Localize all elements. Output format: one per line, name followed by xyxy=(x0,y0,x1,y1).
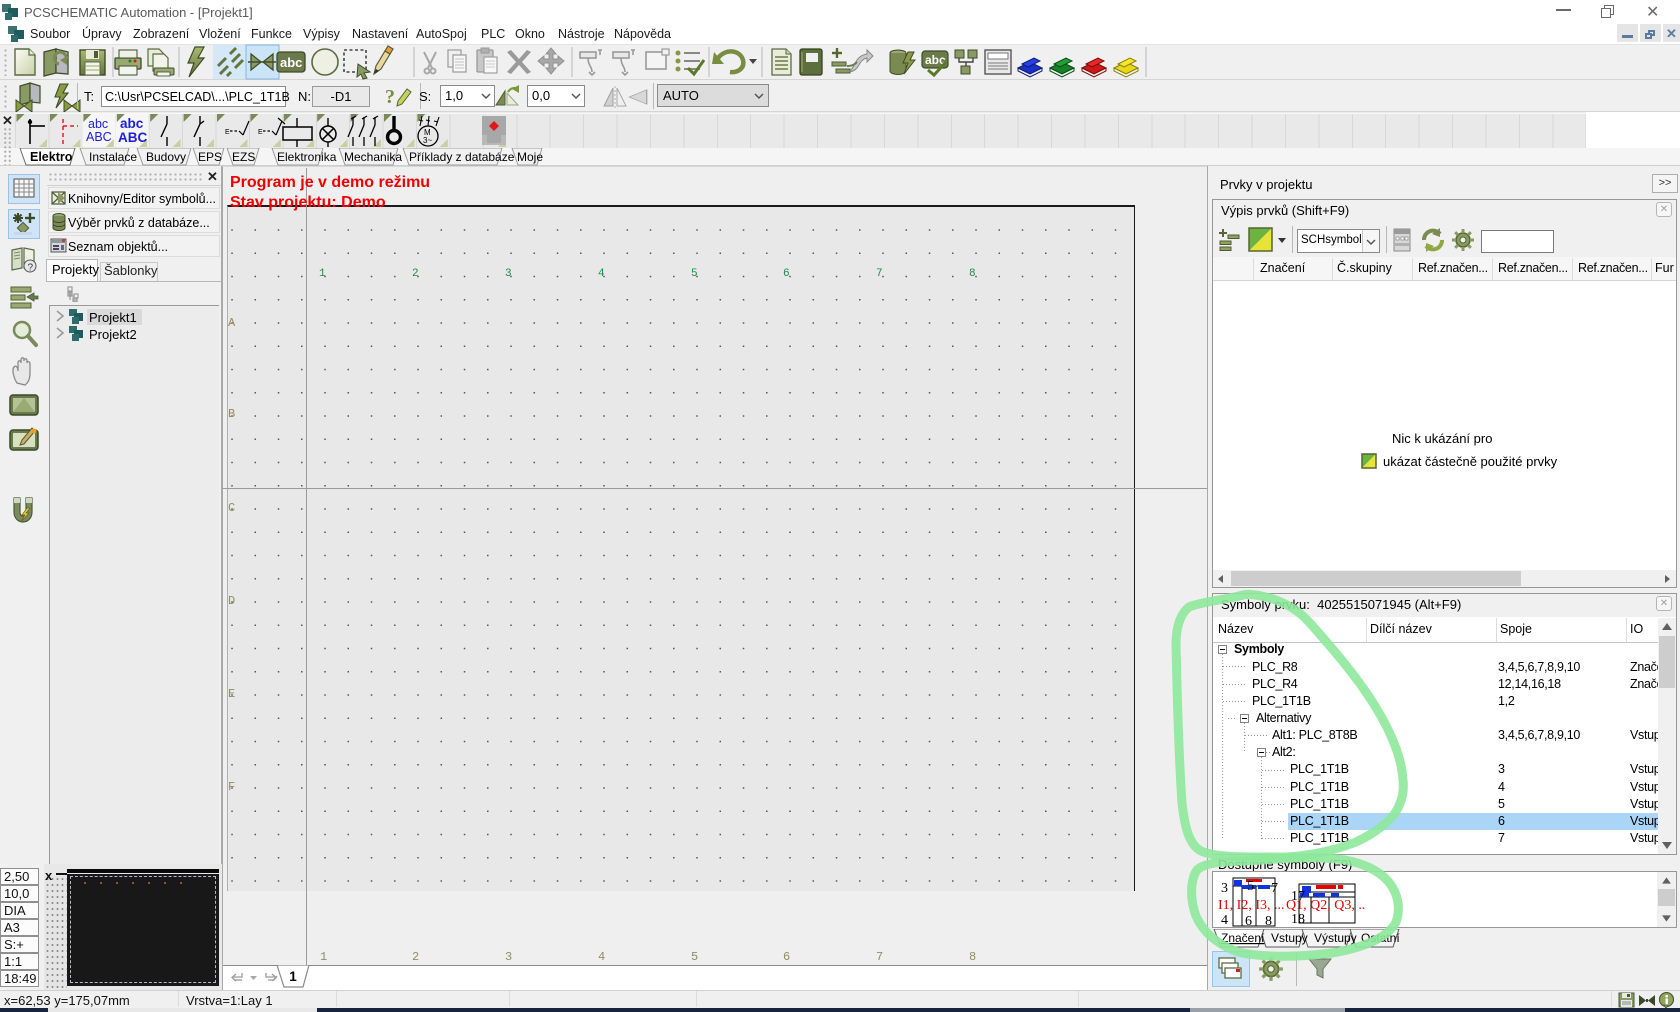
svg-text:abc: abc xyxy=(280,55,302,70)
svg-text:6: 6 xyxy=(1245,914,1252,927)
svg-text:abc: abc xyxy=(88,117,108,131)
svg-text:Moje: Moje xyxy=(517,150,543,164)
svg-text:?: ? xyxy=(385,86,395,108)
svg-text:E: E xyxy=(225,129,230,136)
svg-text:Vstupy: Vstupy xyxy=(1271,931,1308,945)
svg-text:4: 4 xyxy=(1221,913,1228,927)
svg-text:Budovy: Budovy xyxy=(146,150,186,164)
svg-text:3~: 3~ xyxy=(423,136,432,145)
svg-text:8: 8 xyxy=(1265,914,1272,927)
svg-text:1: 1 xyxy=(289,969,297,984)
svg-text:EPS: EPS xyxy=(198,150,222,164)
svg-text:?: ? xyxy=(28,263,34,274)
svg-text:Značení: Značení xyxy=(1221,931,1265,945)
svg-text:3: 3 xyxy=(1221,881,1228,896)
svg-text:Q1, Q2, Q3, ..: Q1, Q2, Q3, .. xyxy=(1286,898,1365,913)
svg-text:EZS: EZS xyxy=(232,150,255,164)
svg-text:Mechanika: Mechanika xyxy=(344,150,402,164)
svg-text:Instalace: Instalace xyxy=(89,150,137,164)
svg-text:5: 5 xyxy=(1247,879,1254,894)
svg-text:ABC: ABC xyxy=(118,130,147,145)
svg-text:E: E xyxy=(258,129,263,136)
svg-text:Ostatní: Ostatní xyxy=(1361,931,1400,945)
svg-text:Výstupy: Výstupy xyxy=(1314,931,1357,945)
svg-text:I1, I2, I3, ...: I1, I2, I3, ... xyxy=(1218,898,1285,913)
svg-text:Příklady z databáze: Příklady z databáze xyxy=(409,150,515,164)
svg-text:abc: abc xyxy=(120,116,144,131)
svg-text:Elektronika: Elektronika xyxy=(277,150,337,164)
svg-text:7: 7 xyxy=(1271,881,1278,896)
svg-text:18: 18 xyxy=(1291,912,1305,927)
svg-text:ABC: ABC xyxy=(86,130,112,144)
svg-text:Elektro: Elektro xyxy=(30,150,73,164)
